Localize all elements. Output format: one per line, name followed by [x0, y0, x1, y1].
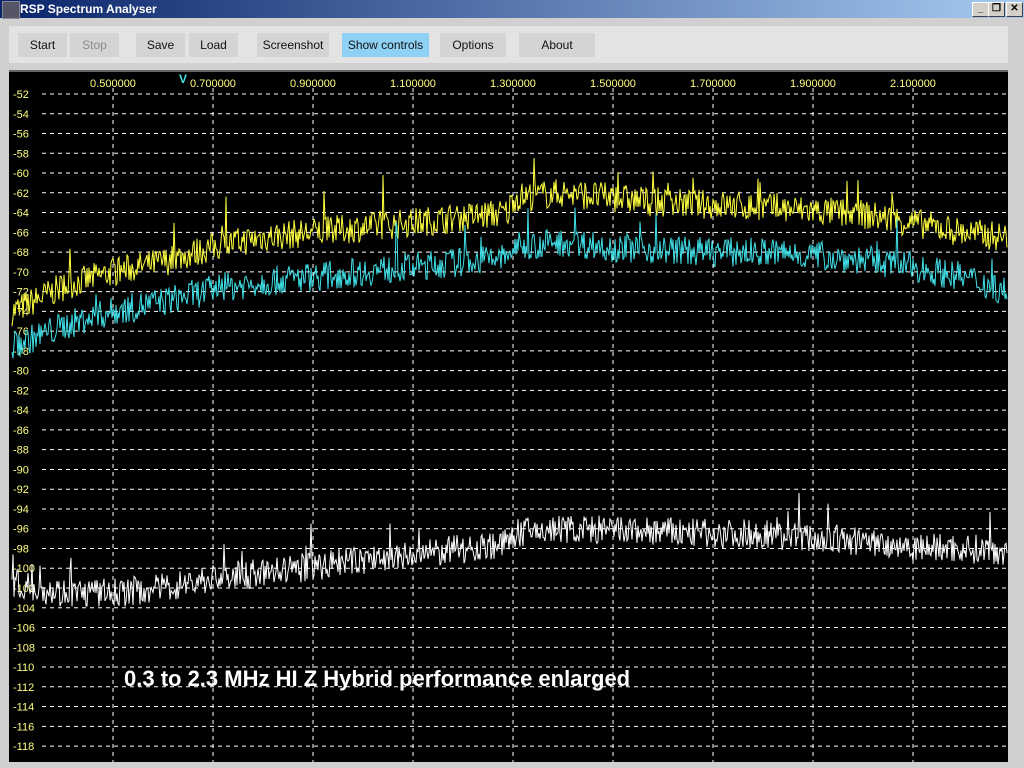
x-tick-label: 0.700000 — [190, 78, 236, 90]
start-button[interactable]: Start — [18, 33, 67, 57]
y-tick-label: -96 — [13, 524, 29, 536]
y-tick-label: -112 — [13, 682, 34, 694]
minimize-button[interactable]: _ — [972, 2, 989, 17]
title-bar: RSP Spectrum Analyser _ ❐ ✕ — [0, 0, 1024, 19]
y-tick-label: -82 — [13, 385, 29, 397]
y-tick-label: -70 — [13, 267, 29, 279]
x-tick-label: 0.900000 — [290, 78, 336, 90]
trace-2 — [11, 492, 1008, 607]
trace-0 — [11, 157, 1008, 327]
y-tick-label: -106 — [13, 623, 35, 635]
y-tick-label: -90 — [13, 464, 29, 476]
screenshot-button[interactable]: Screenshot — [257, 33, 329, 57]
save-button[interactable]: Save — [136, 33, 185, 57]
window-title: RSP Spectrum Analyser — [20, 2, 157, 16]
y-tick-label: -60 — [13, 168, 29, 180]
y-tick-label: -58 — [13, 148, 29, 160]
y-tick-label: -110 — [13, 662, 34, 674]
frequency-marker-icon: V — [179, 72, 187, 86]
stop-button[interactable]: Stop — [70, 33, 119, 57]
y-tick-label: -64 — [13, 208, 29, 220]
y-tick-label: -104 — [13, 603, 35, 615]
x-tick-label: 0.500000 — [90, 78, 136, 90]
y-tick-label: -116 — [13, 721, 34, 733]
spectrum-chart: -52-54-56-58-60-62-64-66-68-70-72-74-76-… — [11, 72, 1008, 762]
trace-1 — [11, 207, 1008, 359]
spectrum-plot[interactable]: -52 -54 -56 -58 -60 -62 -64 -66 -68 -70 -72 -74 -76-… — [9, 70, 1008, 762]
options-button[interactable]: Options — [440, 33, 506, 57]
y-tick-label: -88 — [13, 445, 29, 457]
y-tick-label: -98 — [13, 543, 29, 555]
load-button[interactable]: Load — [189, 33, 238, 57]
y-tick-label: -94 — [13, 504, 29, 516]
annotation-text: 0.3 to 2.3 MHz HI Z Hybrid performance e… — [124, 666, 631, 691]
y-tick-label: -118 — [13, 741, 34, 753]
y-tick-label: -108 — [13, 642, 35, 654]
x-tick-label: 1.500000 — [590, 78, 636, 90]
y-tick-label: -56 — [13, 129, 29, 141]
y-tick-label: -68 — [13, 247, 29, 259]
x-tick-label: 1.100000 — [390, 78, 436, 90]
toolbar: Start Stop Save Load Screenshot Show con… — [9, 26, 1008, 63]
show-controls-button[interactable]: Show controls — [342, 33, 429, 57]
restore-button[interactable]: ❐ — [988, 2, 1005, 17]
x-tick-label: 1.300000 — [490, 78, 536, 90]
y-tick-label: -62 — [13, 188, 29, 200]
x-tick-label: 1.900000 — [790, 78, 836, 90]
x-tick-label: 1.700000 — [690, 78, 736, 90]
app-icon — [2, 1, 20, 19]
y-tick-label: -92 — [13, 484, 29, 496]
about-button[interactable]: About — [519, 33, 595, 57]
y-tick-label: -66 — [13, 227, 29, 239]
y-tick-label: -54 — [13, 109, 29, 121]
y-tick-label: -86 — [13, 425, 29, 437]
y-tick-label: -52 — [13, 89, 29, 101]
y-tick-label: -80 — [13, 366, 29, 378]
x-tick-label: 2.100000 — [890, 78, 936, 90]
close-button[interactable]: ✕ — [1006, 2, 1023, 17]
y-tick-label: -114 — [13, 702, 34, 714]
y-tick-label: -84 — [13, 405, 29, 417]
